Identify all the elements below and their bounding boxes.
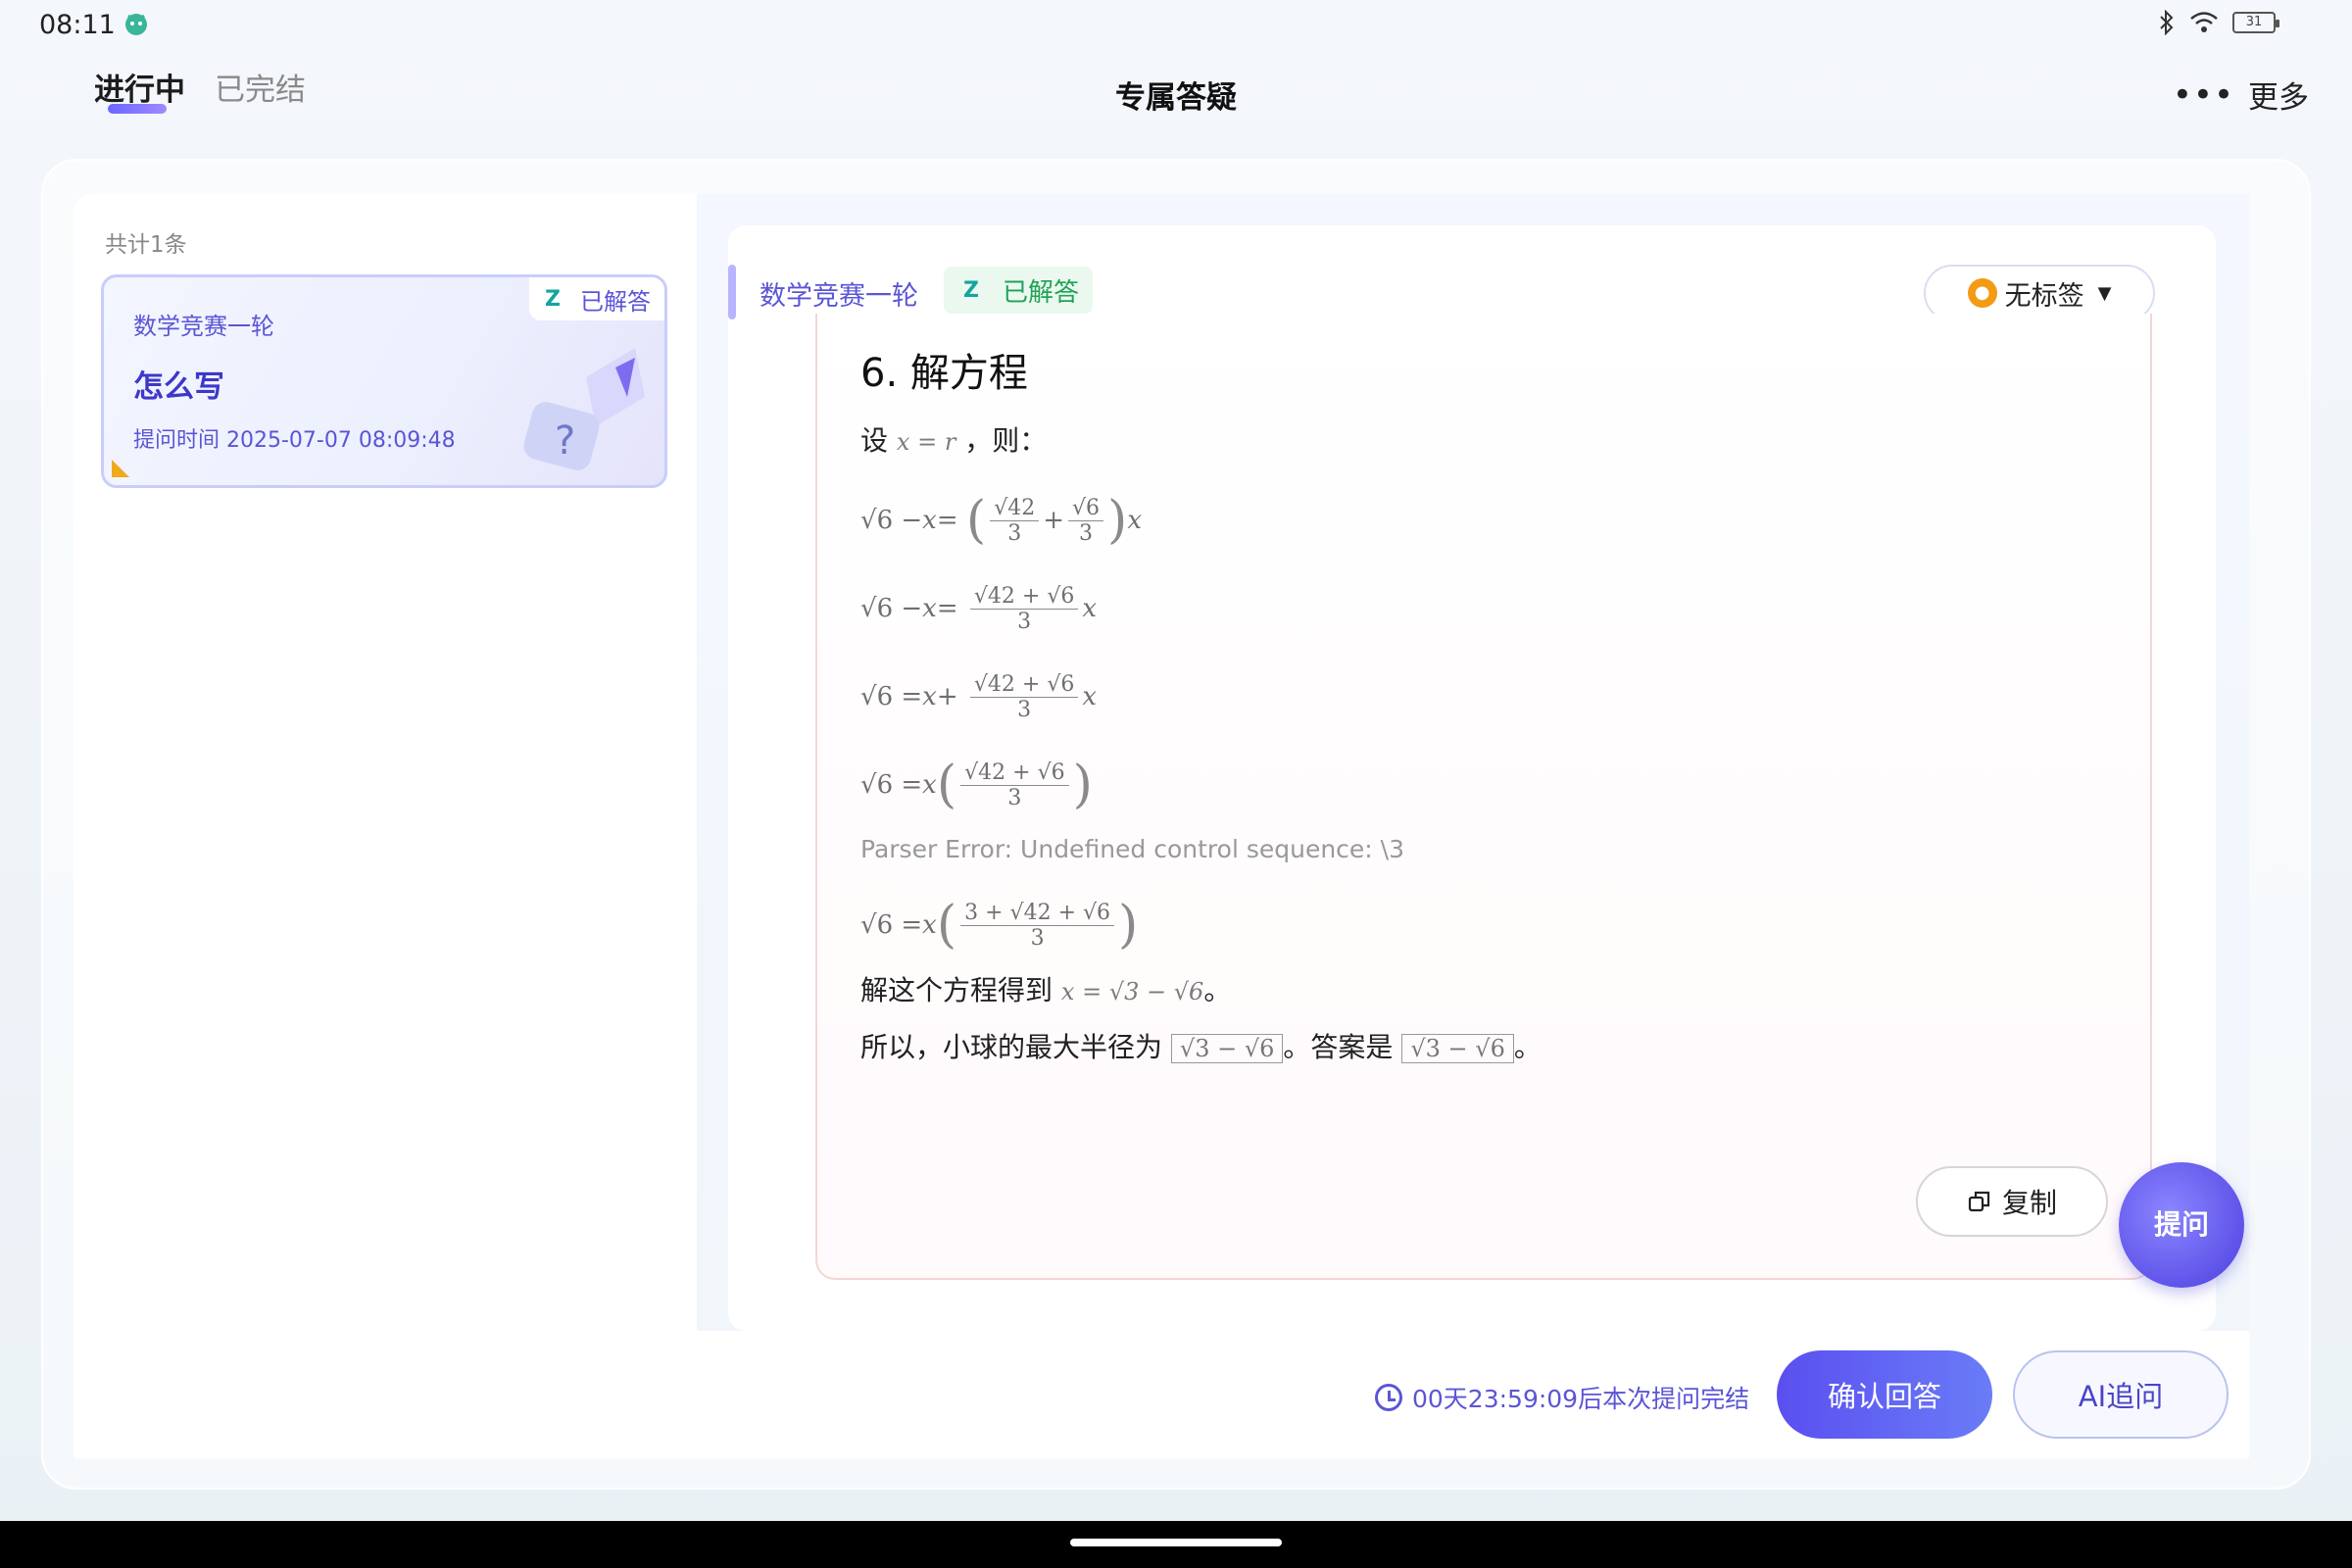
z-logo-icon: Z — [963, 277, 979, 303]
equation-5: √6 = x(3 + √42 + √6 3) — [860, 896, 1139, 955]
more-label: 更多 — [2248, 80, 2309, 116]
answer-content: 6. 解方程 设 x = r ，则： √6 − x = ( √42 3 + √6 3… — [860, 341, 2134, 1083]
parser-error: Parser Error: Undefined control sequence… — [860, 835, 1405, 863]
home-indicator[interactable] — [1070, 1539, 1282, 1546]
question-title: 怎么写 — [133, 369, 224, 405]
system-nav-bar — [0, 1521, 2352, 1568]
intro-suffix: ，则： — [964, 424, 1048, 457]
answered-label: 已解答 — [580, 287, 651, 316]
question-count: 共计1条 — [105, 232, 187, 258]
accent-bar — [728, 265, 736, 319]
final-prefix: 所以，小球的最大半径为 — [860, 1031, 1163, 1063]
copy-button[interactable]: 复制 — [1916, 1166, 2108, 1237]
question-mark-illustration-icon: ? — [523, 348, 645, 470]
confirm-answer-button[interactable]: 确认回答 — [1777, 1350, 1992, 1439]
header: 进行中 已完结 专属答疑 ••• 更多 — [0, 49, 2352, 157]
answer-course: 数学竞赛一轮 — [760, 281, 918, 312]
answered-badge: Z 已解答 — [529, 277, 664, 320]
tag-icon: ● — [1967, 278, 1997, 308]
more-dots-icon: ••• — [2172, 74, 2234, 115]
copy-label: 复制 — [2001, 1187, 2057, 1219]
section-title: 6. 解方程 — [860, 351, 1028, 396]
more-button[interactable]: ••• 更多 — [2173, 73, 2309, 117]
solve-line: 解这个方程得到 x = √3 − √6。 — [860, 969, 2134, 1008]
status-time: 08:11 — [39, 10, 116, 40]
solve-suffix: 。 — [1203, 974, 1232, 1006]
solve-prefix: 解这个方程得到 — [860, 974, 1054, 1006]
question-time: 提问时间 2025-07-07 08:09:48 — [133, 428, 456, 453]
footer-bar: 00天23:59:09后本次提问完结 确认回答 AI追问 — [697, 1331, 2249, 1458]
copy-icon — [1968, 1191, 1990, 1212]
page-title: 专属答疑 — [1115, 80, 1237, 116]
equation-1: √6 − x = ( √42 3 + √6 3 ) x — [860, 491, 1142, 550]
answer-status-badge: Z 已解答 — [944, 267, 1094, 314]
intro-line: 设 x = r ，则： — [860, 419, 2134, 459]
ai-followup-button[interactable]: AI追问 — [2013, 1350, 2229, 1439]
battery-icon: 31 — [2232, 12, 2279, 33]
svg-text:?: ? — [555, 418, 575, 464]
intro-prefix: 设 — [860, 424, 889, 457]
question-card[interactable]: Z 已解答 数学竞赛一轮 怎么写 提问时间 2025-07-07 08:09:4… — [101, 274, 667, 488]
intro-math: x = r — [896, 428, 956, 456]
equation-3: √6 = x + √42 + √6 3 x — [860, 671, 1098, 722]
active-tab-indicator — [108, 104, 167, 114]
clock-icon — [1375, 1384, 1402, 1411]
app-notification-icon — [125, 14, 147, 35]
status-icons: 31 — [2158, 10, 2279, 35]
solve-math: x = √3 − √6 — [1060, 978, 1204, 1005]
equation-4: √6 = x(√42 + √6 3) — [860, 756, 1093, 814]
ask-question-button[interactable]: 提问 — [2119, 1162, 2244, 1288]
final-mid: 。答案是 — [1283, 1031, 1394, 1063]
wifi-icon — [2190, 12, 2218, 32]
status-bar: 08:11 31 — [0, 0, 2352, 49]
countdown-text: 00天23:59:09后本次提问完结 — [1412, 1385, 1750, 1413]
boxed-answer-1: √3 − √6 — [1170, 1034, 1284, 1063]
caret-down-icon: ▼ — [2097, 282, 2112, 304]
final-line: 所以，小球的最大半径为 √3 − √6 。答案是 √3 − √6。 — [860, 1026, 2134, 1065]
tag-label: 无标签 — [2004, 280, 2084, 312]
answer-status-label: 已解答 — [1003, 277, 1080, 308]
countdown: 00天23:59:09后本次提问完结 — [1375, 1380, 1749, 1415]
bluetooth-icon — [2160, 10, 2174, 35]
question-list: 共计1条 Z 已解答 数学竞赛一轮 怎么写 提问时间 2025-07-07 08… — [74, 194, 697, 1458]
question-course: 数学竞赛一轮 — [133, 313, 274, 340]
z-logo-icon: Z — [545, 286, 561, 312]
equation-2: √6 − x = √42 + √6 3 x — [860, 583, 1098, 634]
final-suffix: 。 — [1513, 1031, 1542, 1063]
corner-marker — [112, 460, 129, 477]
boxed-answer-2: √3 − √6 — [1401, 1034, 1514, 1063]
